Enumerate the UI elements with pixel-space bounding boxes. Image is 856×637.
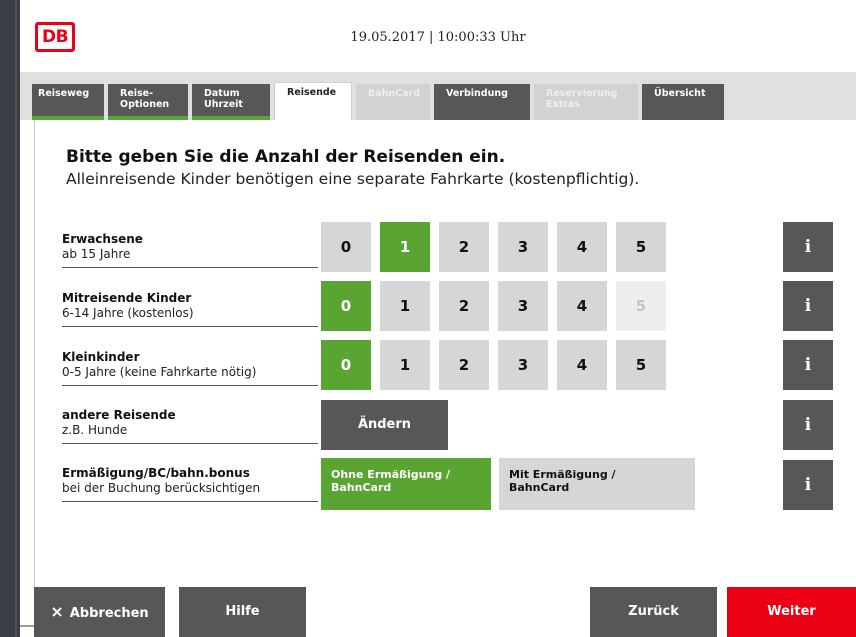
tab-reiseweg[interactable]: Reiseweg [32,84,104,120]
row-subtitle: ab 15 Jahre [62,247,131,261]
row-label-kleinkinder: Kleinkinder 0-5 Jahre (keine Fahrkarte n… [62,350,318,386]
row-title: Mitreisende Kinder [62,291,192,305]
datetime: 19.05.2017 | 10:00:33 Uhr [350,30,526,45]
tab-label: Reservierung [546,88,618,99]
row-title: Ermäßigung/BC/bahn.bonus [62,466,250,480]
children-option-2[interactable]: 2 [439,281,489,331]
help-button[interactable]: Hilfe [179,587,306,637]
tab-reservierung-extras: Reservierung Extras [534,84,638,120]
page-title: Bitte geben Sie die Anzahl der Reisenden… [66,147,506,167]
tab-reise-optionen[interactable]: Reise- Optionen [108,84,188,120]
children-option-5: 5 [616,281,666,331]
info-button-kleinkinder[interactable]: i [783,340,833,390]
back-button[interactable]: Zurück [590,587,717,637]
tab-label-2: Extras [546,99,580,110]
tab-uebersicht[interactable]: Übersicht [642,84,724,120]
tab-label: Verbindung [446,88,508,99]
row-subtitle: 6-14 Jahre (kostenlos) [62,306,194,320]
cancel-button[interactable]: × Abbrechen [34,587,165,637]
close-icon: × [50,602,64,621]
children-option-3[interactable]: 3 [498,281,548,331]
discount-none-button[interactable]: Ohne Ermäßigung / BahnCard [321,458,491,510]
children-option-4[interactable]: 4 [557,281,607,331]
row-label-erwachsene: Erwachsene ab 15 Jahre [62,232,318,268]
discount-with-button[interactable]: Mit Ermäßigung / BahnCard [499,458,695,510]
tab-reisende[interactable]: Reisende [274,82,352,122]
cancel-label: Abbrechen [69,606,149,621]
info-button-kinder[interactable]: i [783,281,833,331]
page-subtitle: Alleinreisende Kinder benötigen eine sep… [66,170,640,188]
infants-option-4[interactable]: 4 [557,340,607,390]
row-label-ermaessigung: Ermäßigung/BC/bahn.bonus bei der Buchung… [62,466,318,502]
next-button[interactable]: Weiter [727,587,856,637]
adults-option-0[interactable]: 0 [321,222,371,272]
info-button-andere[interactable]: i [783,400,833,450]
background-strip [0,0,20,637]
tab-verbindung[interactable]: Verbindung [434,84,530,120]
row-subtitle: z.B. Hunde [62,423,128,437]
tab-label: Reise- [120,88,154,99]
progress-tabs: Reiseweg Reise- Optionen Datum Uhrzeit R… [20,72,856,122]
divider [15,0,17,637]
row-label-kinder: Mitreisende Kinder 6-14 Jahre (kostenlos… [62,291,318,327]
info-button-erwachsene[interactable]: i [783,222,833,272]
adults-option-3[interactable]: 3 [498,222,548,272]
discount-label-2: BahnCard [331,481,392,494]
tab-label: Datum [204,88,240,99]
row-title: Erwachsene [62,232,143,246]
adults-option-5[interactable]: 5 [616,222,666,272]
tab-label: BahnCard [368,88,421,99]
header-bar: DB 19.05.2017 | 10:00:33 Uhr [20,0,856,72]
infants-option-1[interactable]: 1 [380,340,430,390]
infants-option-0[interactable]: 0 [321,340,371,390]
infants-option-3[interactable]: 3 [498,340,548,390]
discount-label: Mit Ermäßigung / [509,468,616,481]
change-button[interactable]: Ändern [321,400,448,450]
tab-bahncard: BahnCard [356,84,430,120]
tab-label: Reiseweg [38,88,90,99]
children-option-1[interactable]: 1 [380,281,430,331]
tab-label-2: Uhrzeit [204,99,243,110]
row-title: Kleinkinder [62,350,140,364]
infants-option-5[interactable]: 5 [616,340,666,390]
ticket-machine-screen: DB 19.05.2017 | 10:00:33 Uhr Reiseweg Re… [20,0,856,637]
row-subtitle: bei der Buchung berücksichtigen [62,481,261,495]
row-title: andere Reisende [62,408,176,422]
adults-option-1[interactable]: 1 [380,222,430,272]
row-subtitle: 0-5 Jahre (keine Fahrkarte nötig) [62,365,257,379]
infants-option-2[interactable]: 2 [439,340,489,390]
discount-label: Ohne Ermäßigung / [331,468,451,481]
tab-label: Übersicht [654,88,706,99]
info-button-ermaessigung[interactable]: i [783,460,833,510]
tab-datum-uhrzeit[interactable]: Datum Uhrzeit [192,84,270,120]
adults-option-4[interactable]: 4 [557,222,607,272]
children-option-0[interactable]: 0 [321,281,371,331]
adults-option-2[interactable]: 2 [439,222,489,272]
tab-label-2: Optionen [120,99,170,110]
row-label-andere: andere Reisende z.B. Hunde [62,408,318,444]
divider [20,625,34,627]
discount-label-2: BahnCard [509,481,570,494]
tab-label: Reisende [287,87,337,98]
